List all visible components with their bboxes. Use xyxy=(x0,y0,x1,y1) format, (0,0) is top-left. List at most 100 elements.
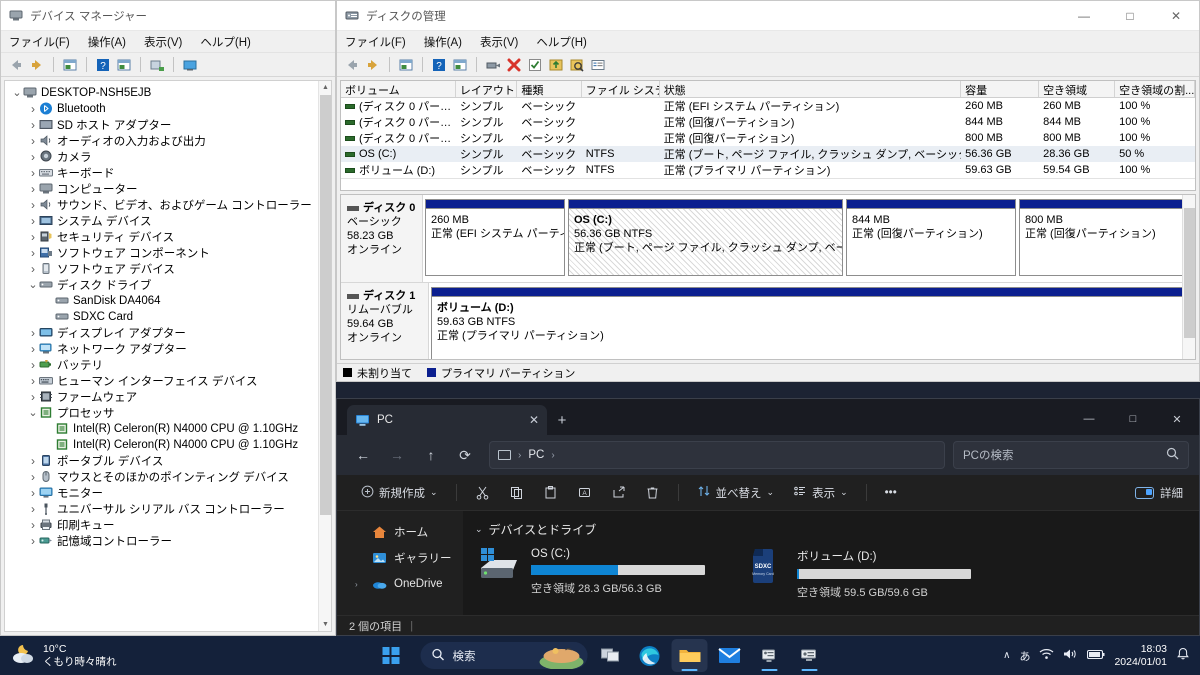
partition-block[interactable]: 800 MB 正常 (回復パーティション) xyxy=(1019,199,1189,276)
sidebar-item-home[interactable]: ホーム xyxy=(337,519,463,545)
chevron-right-icon[interactable]: › xyxy=(27,518,39,532)
volume-column-header[interactable]: ファイル システム xyxy=(582,81,660,97)
volume-column-header[interactable]: 空き領域の割... xyxy=(1115,81,1196,97)
device-tree-item[interactable]: › Bluetooth xyxy=(5,101,331,117)
search-input[interactable]: PCの検索 xyxy=(953,441,1189,469)
file-explorer-window[interactable]: PC ✕ + — □ ✕ ← → ↑ ⟳ › PC › PCの検索 新規作成 ⌄… xyxy=(336,398,1200,636)
device-tree-item[interactable]: ⌄ プロセッサ xyxy=(5,405,331,421)
disk-management-taskbar-icon[interactable] xyxy=(792,639,828,672)
device-tree-item[interactable]: › ソフトウェア コンポーネント xyxy=(5,245,331,261)
disk-management-menubar[interactable]: ファイル(F) 操作(A) 表示(V) ヘルプ(H) xyxy=(337,31,1199,53)
partition-block[interactable]: 260 MB 正常 (EFI システム パーティショ xyxy=(425,199,565,276)
disk-info-panel[interactable]: ディスク 0 ベーシック 58.23 GB オンライン xyxy=(341,195,423,282)
chevron-right-icon[interactable]: › xyxy=(27,390,39,404)
taskbar[interactable]: 10°C くもり時々晴れ 検索 ∧ あ 18:03 2024/01/01 xyxy=(0,636,1200,675)
device-tree-item[interactable]: › ユニバーサル シリアル バス コントローラー xyxy=(5,501,331,517)
details-toggle-icon[interactable] xyxy=(1135,486,1154,499)
device-tree-item[interactable]: ⌄ ディスク ドライブ xyxy=(5,277,331,293)
volume-column-header[interactable]: 状態 xyxy=(660,81,962,97)
device-tree-item[interactable]: › マウスとそのほかのポインティング デバイス xyxy=(5,469,331,485)
refresh-icon[interactable]: ⟳ xyxy=(449,440,481,470)
volume-column-header[interactable]: 容量 xyxy=(961,81,1040,97)
chevron-right-icon[interactable]: › xyxy=(27,358,39,372)
device-manager-taskbar-icon[interactable] xyxy=(752,639,788,672)
chevron-right-icon[interactable]: › xyxy=(27,342,39,356)
volume-row[interactable]: (ディスク 0 パーティシ... シンプル ベーシック 正常 (回復パーティション) 8… xyxy=(341,114,1195,130)
task-view-icon[interactable] xyxy=(592,639,628,672)
chevron-right-icon[interactable]: › xyxy=(27,134,39,148)
chevron-right-icon[interactable]: › xyxy=(27,102,39,116)
explorer-file-pane[interactable]: ⌄ デバイスとドライブ OS (C:) 空き領域 28.3 GB/56.3 GB S… xyxy=(463,511,1199,615)
volume-row[interactable]: OS (C:) シンプル ベーシック NTFS 正常 (ブート, ページ ファイル, ク… xyxy=(341,146,1195,162)
disk-row[interactable]: ディスク 1 リムーバブル 59.64 GB オンライン ボリューム (D:) 59.63… xyxy=(341,283,1195,359)
menu-file[interactable]: ファイル(F) xyxy=(345,34,406,50)
chevron-right-icon[interactable]: › xyxy=(27,502,39,516)
delete-button[interactable] xyxy=(637,479,668,507)
back-arrow-icon[interactable] xyxy=(344,57,360,73)
device-tree-item[interactable]: › ネットワーク アダプター xyxy=(5,341,331,357)
properties-icon[interactable] xyxy=(398,57,414,73)
chevron-right-icon[interactable]: › xyxy=(27,150,39,164)
device-tree-item[interactable]: › セキュリティ デバイス xyxy=(5,229,331,245)
device-manager-titlebar[interactable]: デバイス マネージャー xyxy=(1,1,335,31)
volume-row[interactable]: (ディスク 0 パーティシ... シンプル ベーシック 正常 (回復パーティション) 8… xyxy=(341,130,1195,146)
new-button[interactable]: 新規作成 ⌄ xyxy=(353,479,446,507)
forward-arrow-icon[interactable] xyxy=(365,57,381,73)
device-tree-item[interactable]: › カメラ xyxy=(5,149,331,165)
chevron-right-icon[interactable]: › xyxy=(27,534,39,548)
disk-graphical-view[interactable]: ディスク 0 ベーシック 58.23 GB オンライン 260 MB 正常 (EFI シス… xyxy=(340,194,1196,360)
details-pane-button[interactable]: 詳細 xyxy=(1135,485,1183,501)
explorer-command-bar[interactable]: 新規作成 ⌄ A 並べ替え ⌄ 表示 ⌄ ••• 詳細 xyxy=(337,475,1199,511)
tab-pc[interactable]: PC ✕ xyxy=(347,405,547,435)
minimize-button[interactable]: — xyxy=(1067,403,1111,435)
chevron-right-icon[interactable]: › xyxy=(27,326,39,340)
maximize-button[interactable]: □ xyxy=(1111,403,1155,435)
chevron-right-icon[interactable]: › xyxy=(355,580,365,589)
volume-row[interactable]: ボリューム (D:) シンプル ベーシック NTFS 正常 (プライマリ パーティション… xyxy=(341,162,1195,178)
delete-volume-icon[interactable] xyxy=(506,57,522,73)
new-tab-button[interactable]: + xyxy=(547,405,577,435)
disk-management-window[interactable]: ディスクの管理 — □ ✕ ファイル(F) 操作(A) 表示(V) ヘルプ(H)… xyxy=(336,0,1200,382)
rename-button[interactable]: A xyxy=(569,479,600,507)
sidebar-item-onedrive[interactable]: › OneDrive xyxy=(337,571,463,597)
tray-chevron-icon[interactable]: ∧ xyxy=(1003,650,1010,661)
search-button[interactable]: 検索 xyxy=(420,642,588,669)
back-arrow-icon[interactable] xyxy=(8,57,24,73)
ime-indicator[interactable]: あ xyxy=(1019,648,1030,664)
volume-list-header[interactable]: ボリュームレイアウト種類ファイル システム状態容量空き領域空き領域の割... xyxy=(341,81,1196,98)
close-button[interactable]: ✕ xyxy=(1155,403,1199,435)
close-icon[interactable]: ✕ xyxy=(529,413,539,427)
system-tray[interactable]: ∧ あ 18:03 2024/01/01 xyxy=(1003,643,1200,669)
cut-button[interactable] xyxy=(467,479,498,507)
chevron-right-icon[interactable]: › xyxy=(27,486,39,500)
show-console-tree-icon[interactable] xyxy=(452,57,468,73)
device-tree-item[interactable]: › ポータブル デバイス xyxy=(5,453,331,469)
address-bar[interactable]: › PC › xyxy=(489,441,945,469)
edge-icon[interactable] xyxy=(632,639,668,672)
list-view-icon[interactable] xyxy=(590,57,606,73)
explore-volume-icon[interactable] xyxy=(569,57,585,73)
minimize-button[interactable]: — xyxy=(1061,1,1107,31)
paste-button[interactable] xyxy=(535,479,566,507)
device-tree-item[interactable]: › コンピューター xyxy=(5,181,331,197)
help-icon[interactable]: ? xyxy=(431,57,447,73)
device-tree-item[interactable]: › ヒューマン インターフェイス デバイス xyxy=(5,373,331,389)
menu-help[interactable]: ヘルプ(H) xyxy=(200,34,250,50)
forward-arrow-icon[interactable] xyxy=(29,57,45,73)
chevron-right-icon[interactable]: › xyxy=(27,262,39,276)
menu-view[interactable]: 表示(V) xyxy=(480,34,518,50)
device-tree-item[interactable]: › サウンド、ビデオ、およびゲーム コントローラー xyxy=(5,197,331,213)
more-button[interactable]: ••• xyxy=(877,479,905,507)
explorer-window-controls[interactable]: — □ ✕ xyxy=(1067,403,1199,435)
device-tree-item[interactable]: › モニター xyxy=(5,485,331,501)
disk-management-toolbar[interactable]: ? xyxy=(337,53,1199,77)
volume-column-header[interactable]: レイアウト xyxy=(456,81,518,97)
chevron-right-icon[interactable]: › xyxy=(27,182,39,196)
device-tree-item[interactable]: SDXC Card xyxy=(5,309,331,325)
chevron-down-icon[interactable]: ⌄ xyxy=(11,88,23,99)
device-manager-menubar[interactable]: ファイル(F) 操作(A) 表示(V) ヘルプ(H) xyxy=(1,31,335,53)
chevron-down-icon[interactable]: ⌄ xyxy=(27,408,39,419)
drive-item[interactable]: OS (C:) 空き領域 28.3 GB/56.3 GB xyxy=(475,546,713,600)
mail-icon[interactable] xyxy=(712,639,748,672)
clock[interactable]: 18:03 2024/01/01 xyxy=(1114,643,1167,669)
